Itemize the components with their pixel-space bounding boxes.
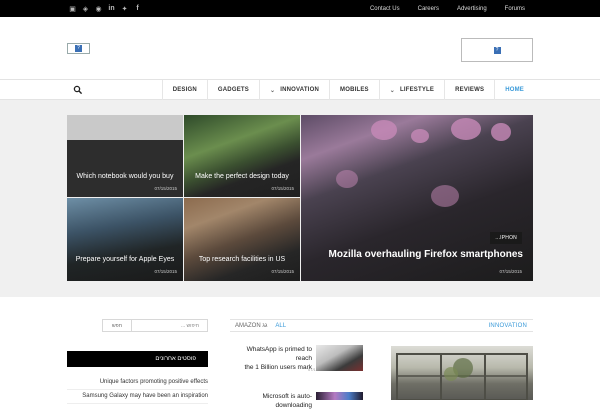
news-title-line: the 1 Billion users mark [244, 364, 312, 371]
tab-amazon[interactable]: AMAZON גג [235, 323, 267, 329]
rss-icon[interactable]: ◈ [79, 0, 92, 17]
hero-tile[interactable]: Top research facilities in US 07/15/2015 [184, 198, 300, 281]
nav-item-reviews[interactable]: REVIEWS [444, 80, 494, 100]
broken-image-icon: ? [493, 46, 501, 54]
featured-news-image[interactable] [391, 346, 533, 401]
search-button[interactable]: חפש [103, 320, 132, 331]
main-nav: DESIGN GADGETS ⌄ INNOVATION MOBILES ⌄ LIFE… [0, 80, 600, 100]
instagram-icon[interactable]: ▣ [66, 0, 79, 17]
tile-date: 07/15/2015 [154, 186, 177, 191]
tile-title[interactable]: Top research facilities in US [184, 256, 300, 263]
nav-item-innovation[interactable]: ⌄ INNOVATION [258, 80, 329, 100]
feature-title[interactable]: Mozilla overhauling Firefox smartphones [329, 249, 523, 260]
nav-item-label: LIFESTYLE [399, 87, 435, 93]
tile-image-placeholder [67, 115, 183, 140]
list-item[interactable]: Samsung Galaxy may have been an inspirat… [67, 390, 208, 404]
tile-title[interactable]: Prepare yourself for Apple Eyes [67, 256, 183, 263]
site-header: ? ? [0, 17, 600, 80]
hero-tile[interactable]: Which notebook would you buy 07/15/2015 [67, 115, 183, 197]
twitter-icon[interactable]: ✦ [118, 0, 131, 17]
news-title-line: WhatsApp is primed to reach [246, 346, 312, 362]
tile-date: 07/15/2015 [271, 269, 294, 274]
broken-image-icon: ? [75, 45, 82, 52]
news-item[interactable]: Microsoft is auto-downloading [230, 392, 363, 409]
nav-item-label: MOBILES [340, 87, 369, 93]
nav-item-label: DESIGN [172, 87, 197, 93]
tile-title[interactable]: Make the perfect design today [184, 173, 300, 180]
window-scene-illustration [396, 353, 528, 401]
pinterest-icon[interactable]: ◉ [92, 0, 105, 17]
blossom-decoration [411, 129, 429, 143]
blossom-decoration [491, 123, 511, 141]
contact-us-link[interactable]: Contact Us [361, 6, 409, 12]
nav-item-home[interactable]: HOME [494, 80, 534, 100]
search-input[interactable]: ... חיפוש [132, 320, 207, 331]
tile-date: 07/15/2015 [154, 269, 177, 274]
search-icon[interactable] [73, 85, 83, 95]
forums-link[interactable]: Forums [496, 6, 534, 12]
site-logo[interactable]: ? [67, 43, 90, 54]
hero-tile[interactable]: Prepare yourself for Apple Eyes 07/15/20… [67, 198, 183, 281]
nav-items: DESIGN GADGETS ⌄ INNOVATION MOBILES ⌄ LIFE… [161, 80, 534, 100]
top-bar: ▣ ◈ ◉ in ✦ f Contact Us Careers Advertis… [0, 0, 600, 17]
top-links: Contact Us Careers Advertising Forums [361, 0, 534, 17]
nav-item-mobiles[interactable]: MOBILES [329, 80, 379, 100]
blossom-decoration [451, 118, 481, 140]
news-title[interactable]: WhatsApp is primed to reach the 1 Billio… [230, 345, 312, 372]
chevron-down-icon: ⌄ [269, 87, 276, 94]
recent-posts-heading: פוסטים אחרונים [67, 351, 208, 367]
nav-item-label: INNOVATION [280, 87, 319, 93]
list-item[interactable]: Unique factors promoting positive effect… [67, 376, 208, 390]
news-thumbnail[interactable] [316, 345, 363, 371]
tile-title[interactable]: Which notebook would you buy [67, 173, 183, 180]
tile-date: 07/15/2015 [499, 269, 522, 274]
chevron-down-icon: ⌄ [389, 87, 395, 94]
category-tabs: AMAZON גג ALL INNOVATION [230, 319, 533, 332]
news-thumbnail[interactable] [316, 392, 363, 400]
advertising-link[interactable]: Advertising [448, 6, 496, 12]
hero-feature-tile[interactable]: ...IPHON Mozilla overhauling Firefox sma… [301, 115, 533, 281]
blossom-decoration [431, 185, 459, 207]
linkedin-icon[interactable]: in [105, 0, 118, 17]
nav-item-gadgets[interactable]: GADGETS [206, 80, 259, 100]
facebook-icon[interactable]: f [131, 0, 144, 17]
blossom-decoration [336, 170, 358, 188]
category-badge[interactable]: ...IPHON [490, 232, 522, 244]
tab-all[interactable]: ALL [275, 323, 286, 329]
careers-link[interactable]: Careers [409, 6, 448, 12]
blossom-decoration [371, 120, 397, 140]
tile-date: 07/15/2015 [271, 186, 294, 191]
nav-item-label: REVIEWS [455, 87, 485, 93]
tab-innovation-heading[interactable]: INNOVATION [489, 323, 527, 329]
hero-tile[interactable]: Make the perfect design today 07/15/2015 [184, 115, 300, 197]
nav-item-label: GADGETS [217, 87, 249, 93]
nav-item-label: HOME [505, 87, 524, 93]
news-title[interactable]: Microsoft is auto-downloading [230, 392, 313, 410]
social-links: ▣ ◈ ◉ in ✦ f [66, 0, 144, 17]
news-item[interactable]: WhatsApp is primed to reach the 1 Billio… [230, 345, 363, 375]
nav-item-design[interactable]: DESIGN [161, 80, 207, 100]
header-ad-banner[interactable]: ? [461, 38, 533, 62]
nav-item-lifestyle[interactable]: ⌄ LIFESTYLE [378, 80, 444, 100]
sidebar-search: חפש ... חיפוש [102, 319, 208, 332]
